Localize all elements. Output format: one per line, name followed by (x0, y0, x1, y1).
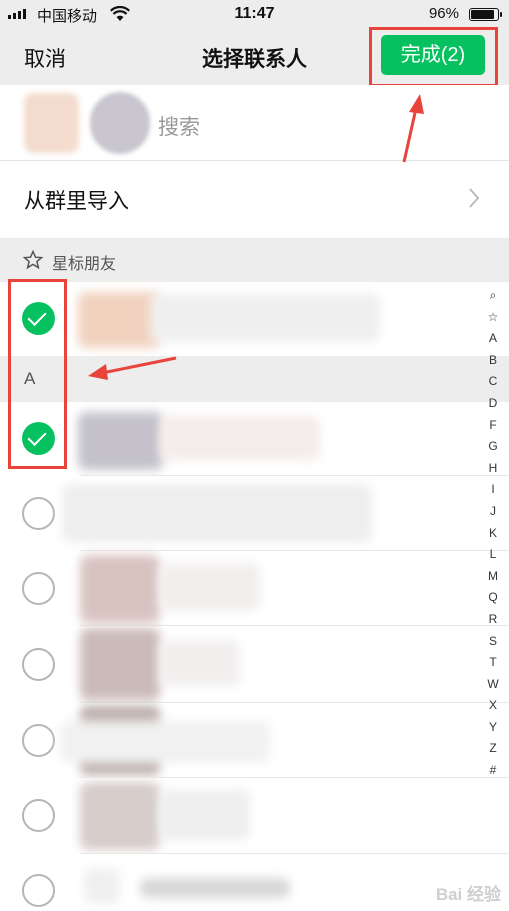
import-from-group[interactable]: 从群里导入 (0, 161, 509, 238)
index-letter[interactable]: H (481, 458, 505, 480)
alphabet-index[interactable]: ⌕ ☆ A B C D F G H I J K L M Q R S T W X Y Z # (481, 285, 505, 782)
section-header-a: A (0, 356, 509, 402)
selected-avatar[interactable] (24, 93, 79, 153)
search-input[interactable]: 搜索 (158, 111, 200, 141)
battery-icon (469, 8, 502, 21)
select-checkbox[interactable] (22, 724, 55, 757)
contact-name (160, 563, 260, 611)
index-letter[interactable]: Q (481, 587, 505, 609)
contact-avatar (80, 782, 160, 850)
select-checkbox[interactable] (22, 799, 55, 832)
index-letter[interactable]: S (481, 631, 505, 653)
index-letter[interactable]: G (481, 436, 505, 458)
index-letter[interactable]: C (481, 371, 505, 393)
star-icon (23, 250, 43, 270)
contact-name (150, 294, 380, 342)
contact-avatar (84, 868, 120, 904)
index-letter[interactable]: I (481, 479, 505, 501)
index-letter[interactable]: X (481, 695, 505, 717)
contact-avatar (80, 555, 160, 623)
contact-avatar (78, 412, 163, 470)
contact-row[interactable] (0, 778, 509, 854)
search-bar[interactable]: 搜索 (0, 85, 509, 161)
contact-row[interactable] (0, 402, 509, 476)
index-letter[interactable]: M (481, 566, 505, 588)
contact-avatar (78, 292, 160, 348)
index-letter[interactable]: F (481, 415, 505, 437)
contact-row[interactable] (0, 282, 509, 356)
contact-name (62, 484, 372, 542)
checkbox-highlight-box (8, 279, 67, 469)
contact-name (160, 640, 240, 686)
status-bar: 中国移动 11:47 96% (0, 0, 509, 30)
contact-row[interactable] (0, 551, 509, 626)
index-letter[interactable]: D (481, 393, 505, 415)
battery-percent: 96% (428, 5, 459, 22)
contact-row[interactable] (0, 703, 509, 778)
select-checkbox[interactable] (22, 572, 55, 605)
index-letter[interactable]: J (481, 501, 505, 523)
contact-name (140, 878, 290, 898)
select-checkbox[interactable] (22, 648, 55, 681)
select-checkbox[interactable] (22, 497, 55, 530)
index-letter[interactable]: R (481, 609, 505, 631)
index-letter[interactable]: W (481, 674, 505, 696)
arrow-to-checkbox-icon (88, 356, 177, 380)
index-letter[interactable]: B (481, 350, 505, 372)
contact-name (160, 416, 320, 460)
section-header-starred: 星标朋友 (0, 238, 509, 282)
arrow-to-done-icon (402, 94, 424, 163)
index-letter[interactable]: ☆ (481, 307, 505, 329)
index-letter[interactable]: # (481, 760, 505, 782)
select-checkbox[interactable] (22, 874, 55, 907)
contact-row[interactable] (0, 854, 509, 911)
contact-row[interactable] (0, 626, 509, 703)
contact-row[interactable] (0, 476, 509, 551)
cancel-button[interactable]: 取消 (24, 43, 66, 73)
index-letter[interactable]: T (481, 652, 505, 674)
index-letter[interactable]: A (481, 328, 505, 350)
done-highlight-box (369, 27, 498, 87)
contact-name (160, 790, 250, 840)
contact-avatar (80, 628, 160, 700)
index-search-icon[interactable]: ⌕ (481, 285, 505, 307)
index-letter[interactable]: Z (481, 738, 505, 760)
chevron-right-icon (469, 188, 480, 208)
selected-avatar[interactable] (90, 92, 150, 154)
index-letter[interactable]: L (481, 544, 505, 566)
watermark: Bai 经验 (435, 885, 501, 904)
index-letter[interactable]: Y (481, 717, 505, 739)
contact-name (60, 721, 270, 763)
index-letter[interactable]: K (481, 523, 505, 545)
section-label: 星标朋友 (52, 256, 117, 273)
import-from-group-label: 从群里导入 (24, 190, 129, 213)
